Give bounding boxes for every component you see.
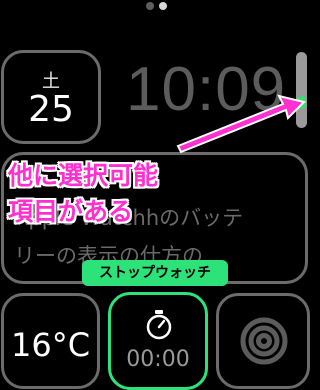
crown-scroll-indicator[interactable] <box>296 52 307 128</box>
activity-rings-icon <box>240 317 288 365</box>
temperature-complication[interactable]: 16°C <box>1 293 100 389</box>
day-number: 25 <box>28 89 74 130</box>
page-dot-active <box>159 2 167 10</box>
stopwatch-callout-label: ストップウォッチ <box>82 260 228 286</box>
time-display: 10:09 <box>126 55 287 124</box>
stopwatch-icon <box>146 310 172 340</box>
activity-complication[interactable] <box>216 293 310 389</box>
stopwatch-time: 00:00 <box>126 347 190 372</box>
stopwatch-complication[interactable]: 00:00 <box>108 292 208 390</box>
page-dot <box>146 2 154 10</box>
page-indicator <box>0 2 313 10</box>
crown-position-dot <box>297 96 306 109</box>
date-complication[interactable]: 土 25 <box>1 50 101 144</box>
temperature-value: 16°C <box>10 326 91 364</box>
annotation-text: 他に選択可能 項目がある <box>8 161 159 226</box>
